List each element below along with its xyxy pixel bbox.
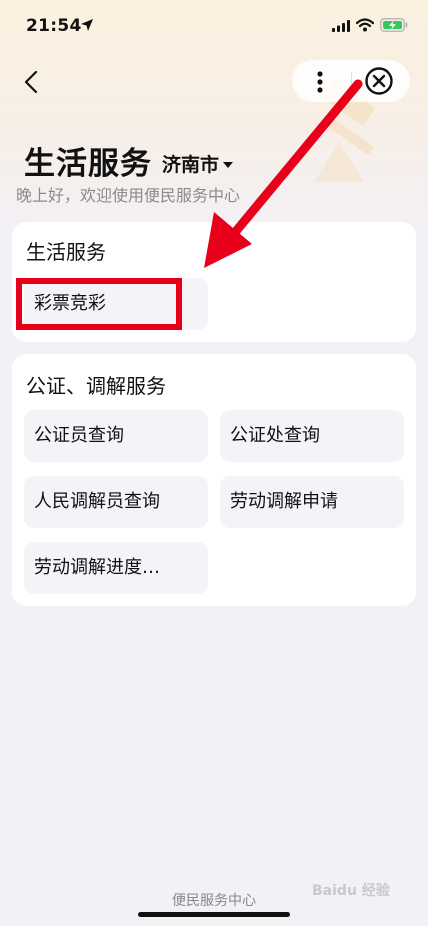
section-title: 生活服务 bbox=[26, 240, 106, 264]
page-title: 生活服务 bbox=[24, 146, 152, 182]
notary-office-query-item[interactable]: 公证处查询 bbox=[220, 410, 404, 462]
cellular-signal-icon bbox=[332, 20, 350, 32]
location-arrow-icon bbox=[81, 19, 93, 31]
labor-mediation-apply-item[interactable]: 劳动调解申请 bbox=[220, 476, 404, 528]
battery-charging-icon bbox=[380, 18, 408, 32]
section-title: 公证、调解服务 bbox=[26, 374, 166, 398]
greeting-text: 晚上好，欢迎使用便民服务中心 bbox=[16, 186, 241, 205]
capsule-divider bbox=[351, 72, 352, 90]
home-indicator[interactable] bbox=[138, 912, 290, 917]
caret-down-icon bbox=[223, 161, 234, 168]
city-label: 济南市 bbox=[162, 154, 220, 176]
status-bar: 21:54 bbox=[0, 0, 428, 54]
lottery-item[interactable]: 彩票竞彩 bbox=[24, 278, 208, 330]
notary-officer-query-item[interactable]: 公证员查询 bbox=[24, 410, 208, 462]
notary-mediation-card: 公证、调解服务 公证员查询 公证处查询 人民调解员查询 劳动调解申请 劳动调解进… bbox=[12, 354, 416, 606]
mini-program-capsule bbox=[292, 60, 410, 102]
status-time: 21:54 bbox=[26, 16, 82, 36]
back-button[interactable] bbox=[18, 66, 46, 98]
city-selector[interactable]: 济南市 bbox=[162, 150, 234, 177]
wifi-icon bbox=[356, 18, 374, 32]
close-button[interactable] bbox=[364, 66, 394, 96]
more-options-button[interactable] bbox=[306, 68, 334, 96]
footer-label: 便民服务中心 bbox=[172, 893, 256, 909]
labor-mediation-progress-item[interactable]: 劳动调解进度… bbox=[24, 542, 208, 594]
mediator-query-item[interactable]: 人民调解员查询 bbox=[24, 476, 208, 528]
life-services-card: 生活服务 彩票竞彩 bbox=[12, 222, 416, 342]
